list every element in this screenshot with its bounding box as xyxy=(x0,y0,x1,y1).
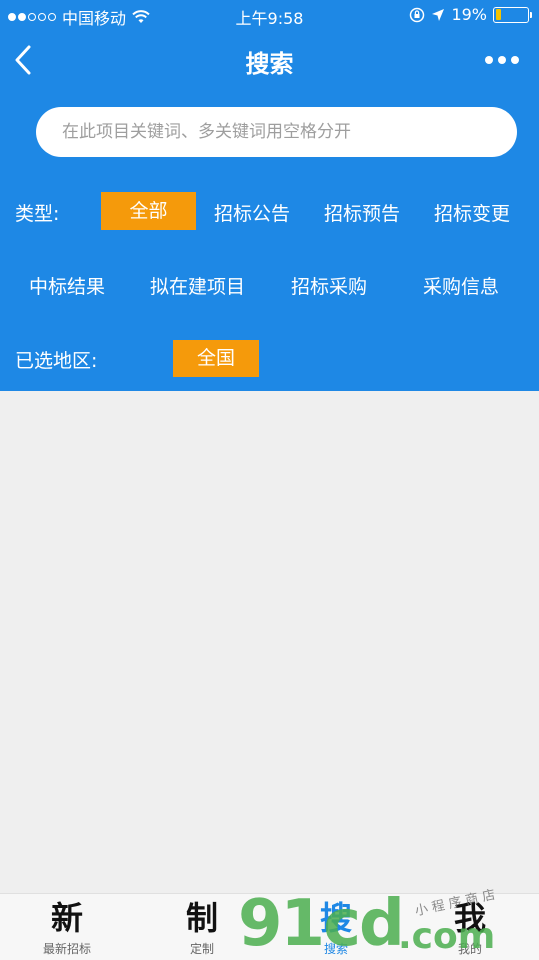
orientation-lock-icon xyxy=(410,7,425,22)
type-chip-tender-notice[interactable]: 招标公告 xyxy=(214,199,290,226)
page-title: 搜索 xyxy=(245,50,294,78)
tab-label: 最新招标 xyxy=(42,942,91,956)
tab-customize[interactable]: 制 定制 xyxy=(137,894,267,960)
type-chip-all[interactable]: 全部 xyxy=(101,192,196,230)
type-chip-tender-change[interactable]: 招标变更 xyxy=(434,199,510,226)
status-bar: 中国移动 上午9:58 19% xyxy=(0,0,539,30)
location-arrow-icon xyxy=(432,8,445,21)
tab-label: 搜索 xyxy=(323,942,348,956)
more-dot xyxy=(511,56,519,64)
tab-label: 我的 xyxy=(457,942,482,956)
search-tab-icon: 搜 xyxy=(319,899,352,937)
type-chip-tender-preview[interactable]: 招标预告 xyxy=(324,199,400,226)
search-box xyxy=(36,107,517,157)
more-dot xyxy=(498,56,506,64)
type-chip-procurement-info[interactable]: 采购信息 xyxy=(423,272,499,299)
battery-percent: 19% xyxy=(451,5,487,24)
more-dots-icon xyxy=(485,56,493,64)
search-input[interactable] xyxy=(36,107,517,157)
tab-mine[interactable]: 我 我的 xyxy=(405,894,535,960)
battery-icon xyxy=(493,6,532,23)
region-chip[interactable]: 全国 xyxy=(173,340,259,377)
more-options-button[interactable] xyxy=(485,48,521,72)
battery-level xyxy=(495,9,502,20)
tab-latest-tenders[interactable]: 新 最新招标 xyxy=(2,894,132,960)
type-chip-tender-procurement[interactable]: 招标采购 xyxy=(291,272,367,299)
header: 中国移动 上午9:58 19% 搜索 在此项目关键词、多关键词用空格分开 类型:… xyxy=(0,0,539,391)
tab-label: 定制 xyxy=(189,942,214,956)
status-right: 19% xyxy=(409,5,532,24)
customize-icon: 制 xyxy=(185,899,218,937)
latest-icon: 新 xyxy=(50,899,83,937)
type-label: 类型: xyxy=(15,203,60,225)
nav-bar: 搜索 xyxy=(0,30,539,92)
region-label: 已选地区: xyxy=(15,350,98,372)
profile-icon: 我 xyxy=(453,899,486,937)
type-chip-award-result[interactable]: 中标结果 xyxy=(29,272,105,299)
tab-bar: 新 最新招标 制 定制 搜 搜索 我 我的 xyxy=(0,893,539,960)
tab-search[interactable]: 搜 搜索 xyxy=(271,894,401,960)
type-chip-planned-project[interactable]: 拟在建项目 xyxy=(150,272,245,299)
